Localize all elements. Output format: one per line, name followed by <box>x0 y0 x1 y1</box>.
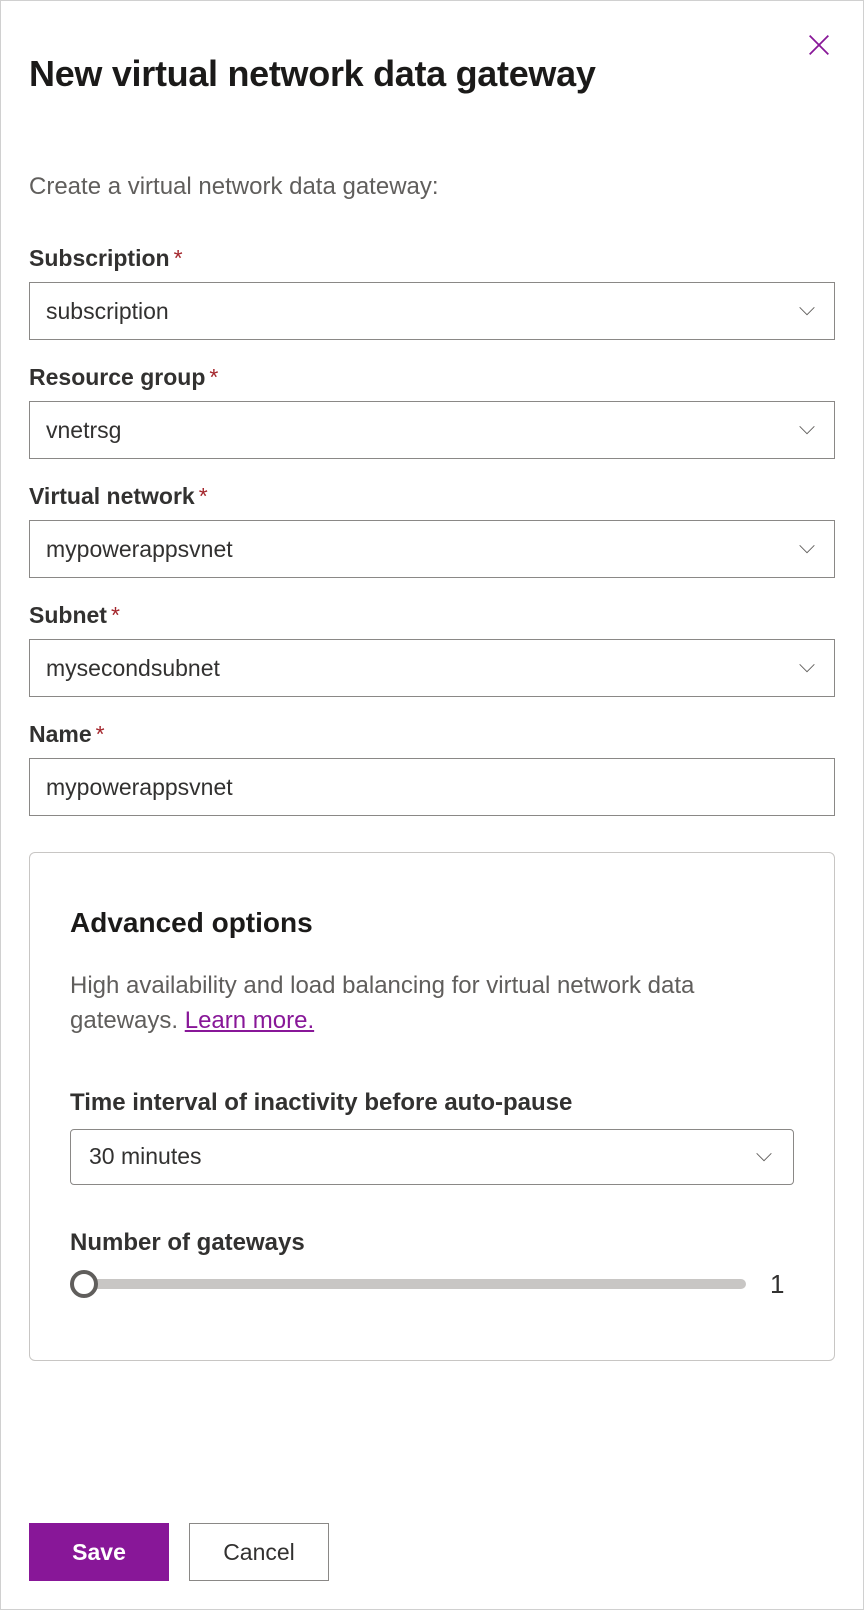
required-marker: * <box>96 721 105 747</box>
dropdown-value: 30 minutes <box>89 1143 202 1170</box>
dropdown-value: mysecondsubnet <box>46 655 220 682</box>
gateways-label: Number of gateways <box>70 1229 794 1257</box>
advanced-options-panel: Advanced options High availability and l… <box>29 852 835 1361</box>
required-marker: * <box>174 245 183 271</box>
field-resource-group: Resource group* vnetrsg <box>29 364 835 459</box>
label-text: Name <box>29 721 92 747</box>
field-name: Name* <box>29 721 835 816</box>
save-button[interactable]: Save <box>29 1523 169 1581</box>
name-label: Name* <box>29 721 835 748</box>
subnet-label: Subnet* <box>29 602 835 629</box>
learn-more-link[interactable]: Learn more. <box>185 1007 314 1034</box>
field-subscription: Subscription* subscription <box>29 245 835 340</box>
field-virtual-network: Virtual network* mypowerappsvnet <box>29 483 835 578</box>
virtual-network-dropdown[interactable]: mypowerappsvnet <box>29 520 835 578</box>
panel-subtitle: Create a virtual network data gateway: <box>29 173 835 201</box>
dropdown-value: subscription <box>46 298 169 325</box>
chevron-down-icon <box>796 657 818 679</box>
label-text: Subscription <box>29 245 170 271</box>
chevron-down-icon <box>796 538 818 560</box>
required-marker: * <box>111 602 120 628</box>
label-text: Resource group <box>29 364 205 390</box>
close-icon <box>805 46 833 63</box>
panel-title: New virtual network data gateway <box>29 53 835 95</box>
name-input[interactable] <box>29 758 835 816</box>
slider-thumb[interactable] <box>70 1270 98 1298</box>
dropdown-value: vnetrsg <box>46 417 121 444</box>
label-text: Subnet <box>29 602 107 628</box>
advanced-description: High availability and load balancing for… <box>70 969 794 1039</box>
cancel-button[interactable]: Cancel <box>189 1523 329 1581</box>
gateways-slider-row: 1 <box>70 1269 794 1300</box>
inactivity-label: Time interval of inactivity before auto-… <box>70 1089 794 1117</box>
resource-group-dropdown[interactable]: vnetrsg <box>29 401 835 459</box>
advanced-desc-text: High availability and load balancing for… <box>70 972 694 1034</box>
dropdown-value: mypowerappsvnet <box>46 536 233 563</box>
chevron-down-icon <box>796 300 818 322</box>
field-subnet: Subnet* mysecondsubnet <box>29 602 835 697</box>
gateways-value: 1 <box>770 1269 794 1300</box>
advanced-title: Advanced options <box>70 907 794 939</box>
subscription-label: Subscription* <box>29 245 835 272</box>
button-row: Save Cancel <box>29 1523 329 1581</box>
virtual-network-label: Virtual network* <box>29 483 835 510</box>
resource-group-label: Resource group* <box>29 364 835 391</box>
chevron-down-icon <box>753 1146 775 1168</box>
label-text: Virtual network <box>29 483 195 509</box>
required-marker: * <box>199 483 208 509</box>
slider-track-line <box>70 1279 746 1289</box>
required-marker: * <box>209 364 218 390</box>
inactivity-dropdown[interactable]: 30 minutes <box>70 1129 794 1185</box>
gateways-slider[interactable] <box>70 1272 746 1296</box>
close-button[interactable] <box>805 31 833 64</box>
chevron-down-icon <box>796 419 818 441</box>
subnet-dropdown[interactable]: mysecondsubnet <box>29 639 835 697</box>
subscription-dropdown[interactable]: subscription <box>29 282 835 340</box>
